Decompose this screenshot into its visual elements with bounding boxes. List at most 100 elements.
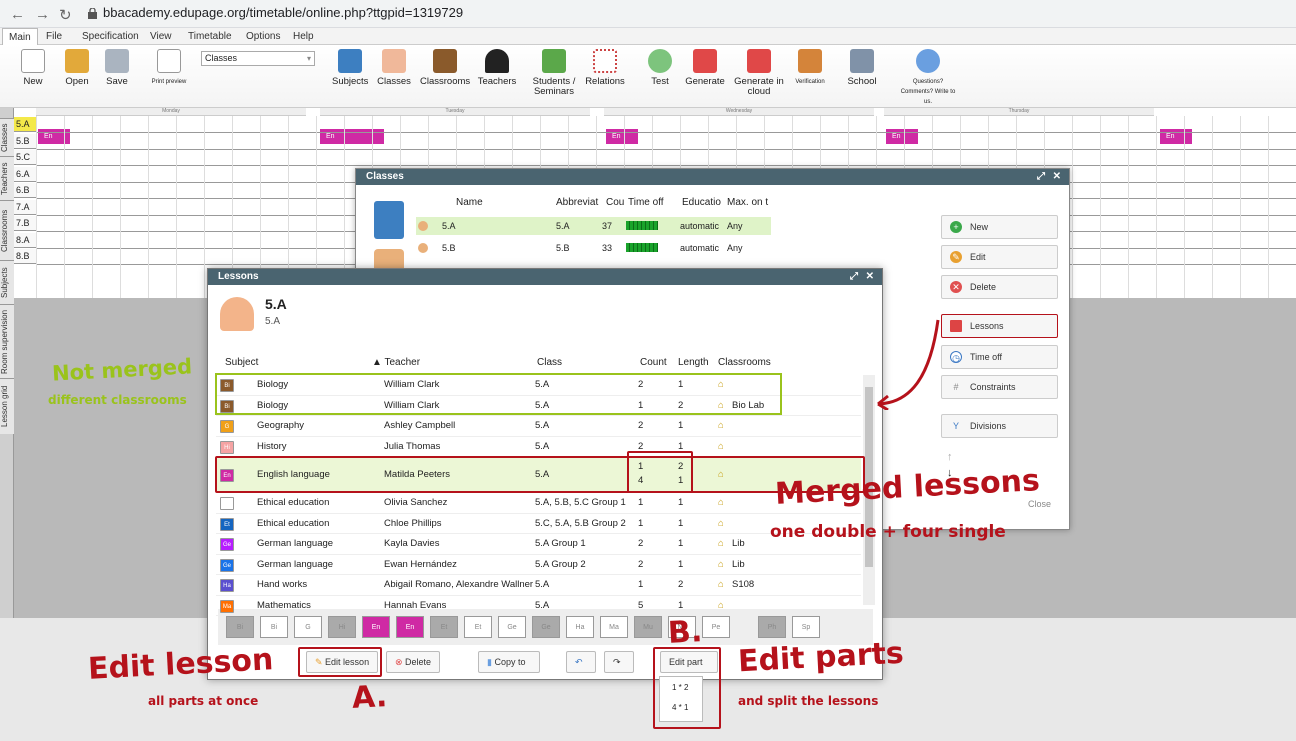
menu-options[interactable]: Options — [240, 28, 286, 45]
row-label[interactable]: 8.B — [14, 249, 36, 264]
menu-timetable[interactable]: Timetable — [182, 28, 238, 45]
menu-view[interactable]: View — [144, 28, 178, 45]
subject-chip[interactable]: G — [294, 616, 322, 638]
subject-chip[interactable]: Et — [430, 616, 458, 638]
close-icon[interactable]: ✕ — [1053, 169, 1061, 185]
classes-button[interactable]: Classes — [376, 49, 412, 87]
menu-help[interactable]: Help — [287, 28, 320, 45]
lesson-row[interactable]: Hi History Julia Thomas 5.A 2 1 ⌂ — [216, 437, 861, 457]
subject-chip[interactable]: Mu — [634, 616, 662, 638]
subject-chip[interactable]: Ha — [566, 616, 594, 638]
lesson-row[interactable]: Et Ethical education Olivia Sanchez 5.A, 5.… — [216, 493, 861, 514]
side-tab-classes[interactable]: Classes — [0, 118, 14, 156]
col-count[interactable]: Cou — [606, 197, 624, 208]
print-preview-button[interactable]: Print preview — [144, 49, 194, 87]
row-label[interactable]: 7.A — [14, 199, 36, 215]
lesson-row[interactable]: Et Ethical education Chloe Phillips 5.C, 5.… — [216, 514, 861, 534]
class-select[interactable]: Classes ▾ — [201, 51, 315, 66]
class-constraints-button[interactable]: # Constraints — [941, 375, 1058, 399]
back-icon[interactable]: ← — [10, 6, 25, 23]
reload-icon[interactable]: ↻ — [59, 6, 72, 24]
subject-chip[interactable]: Ph — [758, 616, 786, 638]
school-button[interactable]: School — [846, 49, 878, 87]
students-button[interactable]: Students / Seminars — [530, 49, 578, 97]
copy-to-button[interactable]: ▮ Copy to — [478, 651, 540, 673]
col-count[interactable]: Count — [640, 357, 667, 368]
lesson-row[interactable]: G Geography Ashley Campbell 5.A 2 1 ⌂ — [216, 416, 861, 437]
menu-file[interactable]: File — [40, 28, 68, 45]
col-name[interactable]: Name — [456, 197, 483, 208]
menu-main[interactable]: Main — [2, 28, 38, 45]
class-new-button[interactable]: + New — [941, 215, 1058, 239]
subject-chip[interactable]: Hi — [328, 616, 356, 638]
row-label[interactable]: 5.B — [14, 133, 36, 149]
lesson-row[interactable]: Ge German language Kayla Davies 5.A Group 1… — [216, 534, 861, 555]
class-icon — [418, 243, 428, 253]
class-divisions-button[interactable]: Y Divisions — [941, 414, 1058, 438]
class-row[interactable]: 5.A 5.A 37 automatic Any — [416, 217, 771, 235]
undo-button[interactable]: ↶ — [566, 651, 596, 673]
delete-lesson-button[interactable]: ⊗ Delete — [386, 651, 441, 673]
subject-chip[interactable]: Bi — [260, 616, 288, 638]
maximize-icon[interactable]: ⤢ — [850, 269, 858, 285]
subject-chip[interactable]: En — [362, 616, 390, 638]
row-label[interactable]: 5.C — [14, 150, 36, 165]
maximize-icon[interactable]: ⤢ — [1037, 169, 1045, 185]
col-length[interactable]: Length — [678, 357, 709, 368]
class-lessons-button[interactable]: Lessons — [941, 314, 1058, 338]
subject-chip[interactable]: Ge — [532, 616, 560, 638]
row-label[interactable]: 6.A — [14, 166, 36, 182]
side-tab-lesson-grid[interactable]: Lesson grid — [0, 378, 14, 434]
subject-chip[interactable]: Et — [464, 616, 492, 638]
side-tab-subjects[interactable]: Subjects — [0, 260, 14, 304]
save-button[interactable]: Save — [104, 49, 130, 87]
generate-button[interactable]: Generate — [684, 49, 726, 87]
col-classrooms[interactable]: Classrooms — [718, 357, 771, 368]
row-label[interactable]: 6.B — [14, 183, 36, 198]
row-label[interactable]: 8.A — [14, 232, 36, 248]
teachers-button[interactable]: Teachers — [477, 49, 517, 87]
delete-icon: ⊗ — [395, 657, 406, 667]
row-label[interactable]: 5.A — [14, 117, 36, 132]
verification-button[interactable]: Verification — [790, 49, 830, 87]
forward-icon[interactable]: → — [35, 6, 50, 23]
generate-cloud-button[interactable]: Generate in cloud — [733, 49, 785, 97]
class-timeoff-button[interactable]: ◷ Time off — [941, 345, 1058, 369]
subject-chip[interactable]: En — [396, 616, 424, 638]
relations-button[interactable]: Relations — [585, 49, 625, 87]
questions-button[interactable]: Questions? Comments? Write to us. — [900, 49, 956, 107]
subject-chip[interactable]: Pe — [702, 616, 730, 638]
class-close-button[interactable]: Close — [1028, 499, 1051, 509]
subject-chip[interactable]: Sp — [792, 616, 820, 638]
test-button[interactable]: Test — [645, 49, 675, 87]
side-tab-room-supervision[interactable]: Room supervision — [0, 304, 14, 378]
side-tab-teachers[interactable]: Teachers — [0, 156, 14, 200]
col-class[interactable]: Class — [537, 357, 562, 368]
address-bar[interactable]: bbacademy.edupage.org/timetable/online.p… — [103, 5, 463, 20]
lesson-row[interactable]: Ge German language Ewan Hernández 5.A Group… — [216, 555, 861, 575]
menu-specification[interactable]: Specification — [76, 28, 145, 45]
subjects-button[interactable]: Subjects — [332, 49, 368, 87]
col-education[interactable]: Educatio — [682, 197, 721, 208]
col-max[interactable]: Max. on t — [727, 197, 768, 208]
open-button[interactable]: Open — [62, 49, 92, 87]
class-edit-button[interactable]: ✎ Edit — [941, 245, 1058, 269]
subject-chip[interactable]: Ge — [498, 616, 526, 638]
side-tab-classrooms[interactable]: Classrooms — [0, 200, 14, 260]
new-button[interactable]: New — [20, 49, 46, 87]
lesson-row[interactable]: Ma Mathematics Hannah Evans 5.A 5 1 ⌂ — [216, 596, 861, 616]
col-teacher[interactable]: ▲ Teacher — [372, 357, 420, 368]
col-subject[interactable]: Subject — [225, 357, 258, 368]
class-delete-button[interactable]: ✕ Delete — [941, 275, 1058, 299]
row-label[interactable]: 7.B — [14, 216, 36, 231]
classrooms-button[interactable]: Classrooms — [420, 49, 470, 87]
class-row[interactable]: 5.B 5.B 33 automatic Any — [416, 239, 771, 257]
close-icon[interactable]: ✕ — [866, 269, 874, 285]
subject-chip[interactable]: Bi — [226, 616, 254, 638]
col-abbr[interactable]: Abbreviat — [556, 197, 598, 208]
col-timeoff[interactable]: Time off — [628, 197, 664, 208]
redo-button[interactable]: ↷ — [604, 651, 634, 673]
lesson-row[interactable]: Ha Hand works Abigail Romano, Alexandre Wa… — [216, 575, 861, 596]
subject-chip[interactable]: Ma — [600, 616, 628, 638]
move-up-icon[interactable]: ↑ — [947, 451, 953, 463]
